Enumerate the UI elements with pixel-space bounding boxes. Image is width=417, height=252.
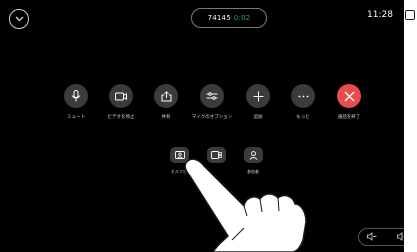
right-edge-strip [404,0,417,252]
window-icon [405,10,415,20]
pointing-hand-illustration [184,158,307,252]
call-screen: 74145 0:02 11:28 ミュート ビデオを停止 共有 マイクのオプショ… [0,0,404,252]
